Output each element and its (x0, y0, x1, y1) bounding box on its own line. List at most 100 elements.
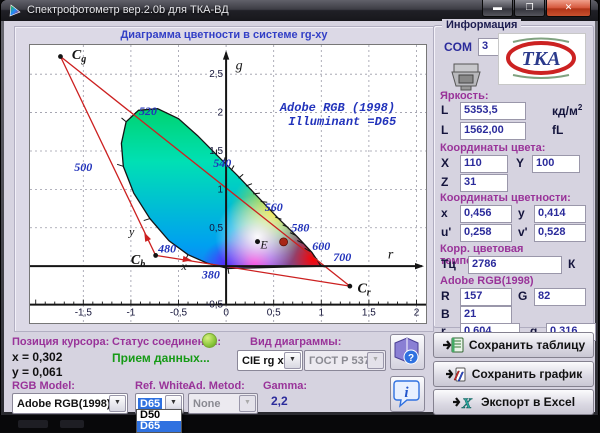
window-title: Спектрофотометр вер.2.0b для ТКА-ВД (27, 4, 229, 16)
export-excel-button[interactable]: X Экспорт в Excel (433, 389, 594, 415)
v-field[interactable]: 0,528 (534, 224, 586, 242)
ad-metod-combo: None ▼ (188, 393, 258, 414)
svg-text:1: 1 (218, 184, 224, 195)
chart-panel: Диаграмма цветности в системе rg-xy xyCg… (14, 26, 434, 332)
color-coords-label: Координаты цвета: (440, 142, 545, 154)
cx-key: x (441, 206, 448, 220)
info-button[interactable]: i (390, 376, 425, 412)
ad-metod-label: Ad. Metod: (188, 380, 245, 392)
cy-field[interactable]: 0,414 (534, 205, 586, 223)
cursor-label: Позиция курсора: (12, 336, 109, 348)
y-field[interactable]: 100 (532, 155, 580, 173)
svg-text:ТКА: ТКА (521, 48, 560, 70)
save-table-icon (442, 337, 464, 353)
cct-key: Тц (441, 257, 456, 271)
ref-white-label: Ref. White: (135, 380, 192, 392)
save-table-button[interactable]: Сохранить таблицу (433, 332, 594, 358)
svg-text:1,5: 1,5 (362, 308, 376, 319)
connection-status-indicator (202, 333, 217, 348)
help-button[interactable]: ? (390, 334, 425, 370)
info-icon: i (391, 377, 422, 409)
svg-text:2,5: 2,5 (209, 69, 223, 80)
l1-unit: кд/м2 (552, 103, 582, 118)
x-field[interactable]: 110 (460, 155, 508, 173)
svg-text:?: ? (408, 353, 414, 364)
save-graph-icon (445, 366, 467, 383)
u-field[interactable]: 0,258 (460, 224, 512, 242)
chart-title: Диаграмма цветности в системе rg-xy (15, 29, 433, 41)
svg-text:580: 580 (291, 221, 309, 235)
status-value: Прием данных... (112, 351, 210, 365)
svg-text:X: X (461, 396, 473, 410)
maximize-button[interactable]: ❐ (514, 0, 545, 17)
excel-icon: X (452, 394, 476, 410)
chevron-down-icon[interactable]: ▼ (109, 395, 126, 412)
tka-logo: ТКА (498, 33, 586, 85)
cy-key: y (518, 206, 525, 220)
taskbar-item[interactable] (18, 420, 48, 428)
chromaticity-diagram[interactable]: xyCgCbCrgr-1,5-1-0,500,511,522,521,510,5… (29, 44, 427, 324)
l2-key: L (441, 123, 448, 137)
title-bar[interactable]: Спектрофотометр вер.2.0b для ТКА-ВД ▬ ❐ … (1, 0, 598, 21)
close-button[interactable]: ✕ (546, 0, 591, 17)
svg-text:Illuminant =D65: Illuminant =D65 (288, 115, 397, 129)
svg-text:0,5: 0,5 (267, 308, 281, 319)
diagram-view-combo[interactable]: CIE rg xy ▼ (237, 350, 303, 371)
svg-text:Adobe RGB (1998): Adobe RGB (1998) (279, 101, 395, 115)
svg-text:Cg: Cg (72, 48, 86, 65)
com-port-icon (448, 62, 484, 92)
chevron-down-icon[interactable]: ▼ (284, 352, 301, 369)
screen: { "window": { "title": "Спектрофотометр … (0, 0, 600, 432)
l2-unit: fL (552, 123, 563, 137)
svg-text:520: 520 (139, 104, 157, 118)
u-key: u' (441, 225, 451, 239)
svg-text:0,5: 0,5 (209, 223, 223, 234)
minimize-button[interactable]: ▬ (482, 0, 513, 17)
svg-text:500: 500 (74, 160, 92, 174)
save-graph-button[interactable]: Сохранить график (433, 361, 594, 387)
dropdown-option-d65[interactable]: D65 (137, 421, 181, 432)
brightness-label: Яркость: (440, 90, 489, 102)
svg-text:480: 480 (157, 241, 176, 255)
b-key: B (441, 307, 450, 321)
x-key: X (441, 156, 449, 170)
chrom-label: Координаты цветности: (440, 192, 571, 204)
app-window: Спектрофотометр вер.2.0b для ТКА-ВД ▬ ❐ … (1, 0, 598, 415)
cursor-y-value: y = 0,061 (12, 365, 62, 379)
chevron-down-icon: ▼ (239, 395, 256, 412)
cct-unit: К (568, 257, 575, 271)
svg-text:g: g (236, 59, 243, 74)
z-field[interactable]: 31 (460, 174, 508, 192)
l1-field[interactable]: 5353,5 (460, 102, 526, 120)
b-field[interactable]: 21 (460, 306, 512, 324)
svg-text:1: 1 (319, 308, 325, 319)
taskbar[interactable] (0, 415, 600, 432)
svg-text:y: y (128, 224, 135, 238)
taskbar-item[interactable] (60, 420, 84, 428)
com-label: COM (444, 40, 472, 54)
r-field[interactable]: 157 (460, 288, 512, 306)
svg-text:-1,5: -1,5 (75, 308, 93, 319)
gost-combo: ГОСТ Р 53784 ▼ (304, 350, 386, 371)
rgb-model-combo[interactable]: Adobe RGB(1998) ▼ (12, 393, 128, 414)
cx-field[interactable]: 0,456 (460, 205, 512, 223)
cursor-x-value: x = 0,302 (12, 350, 62, 364)
book-question-icon: ? (391, 335, 422, 367)
cct-field[interactable]: 2786 (468, 256, 562, 274)
l1-key: L (441, 103, 448, 117)
svg-text:E: E (259, 238, 268, 252)
r-key: R (441, 289, 450, 303)
z-key: Z (441, 175, 448, 189)
l2-field[interactable]: 1562,00 (460, 122, 526, 140)
svg-text:-0,5: -0,5 (170, 308, 188, 319)
chevron-down-icon: ▼ (367, 352, 384, 369)
g-key: G (518, 289, 527, 303)
argb-label: Adobe RGB(1998) (440, 275, 534, 287)
g-field[interactable]: 82 (534, 288, 586, 306)
svg-text:2: 2 (414, 308, 420, 319)
svg-text:-1: -1 (126, 308, 135, 319)
svg-text:600: 600 (312, 239, 330, 253)
y-key: Y (516, 156, 524, 170)
svg-text:r: r (388, 247, 394, 262)
v-key: v' (518, 225, 528, 239)
